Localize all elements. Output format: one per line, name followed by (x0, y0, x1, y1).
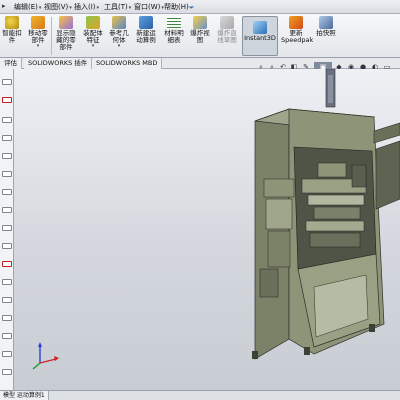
feature-tree-item[interactable] (2, 351, 12, 357)
chevron-down-icon[interactable]: ▾ (26, 44, 50, 49)
move-component-button[interactable]: 移动零 部件 ▾ (26, 16, 50, 56)
bill-of-materials-icon (167, 16, 181, 29)
chevron-down-icon[interactable]: ▾ (107, 44, 131, 49)
chevron-down-icon[interactable]: ▾ (81, 44, 105, 49)
menu-insert[interactable]: 插入(I)▾ (72, 2, 101, 12)
feature-tree-item[interactable] (2, 297, 12, 303)
show-hidden-components-button[interactable]: 显示隐 藏的零 部件 (53, 16, 79, 56)
feature-tree-item[interactable] (2, 315, 12, 321)
tab-solidworks-addins[interactable]: SOLIDWORKS 插件 (24, 58, 93, 69)
feature-tree-item[interactable] (2, 97, 12, 103)
menu-edit[interactable]: 编辑(E)▾ (12, 2, 43, 12)
menu-view[interactable]: 视图(V)▾ (42, 2, 74, 12)
motion-study-icon (139, 16, 153, 29)
feature-tree-item[interactable] (2, 333, 12, 339)
bill-of-materials-button[interactable]: 材料明 细表 (162, 16, 186, 56)
feature-tree-item[interactable] (2, 279, 12, 285)
menu-tools[interactable]: 工具(T)▾ (102, 2, 133, 12)
feature-tree-item[interactable] (2, 369, 12, 375)
assembly-features-button[interactable]: 装配体 特征 ▾ (81, 16, 105, 56)
pin-icon[interactable]: ⊸ (186, 2, 196, 12)
instant3d-button[interactable]: Instant3D (242, 16, 278, 56)
menu-expand-arrow-icon[interactable]: ▸ (2, 2, 6, 10)
coordinate-triad-icon (32, 342, 59, 370)
menu-window[interactable]: 窗口(W)▾ (132, 2, 166, 12)
update-speedpak-button[interactable]: 更新 Speedpak (281, 16, 313, 56)
feature-tree-item[interactable] (2, 79, 12, 85)
feature-tree-item[interactable] (2, 135, 12, 141)
machine-assembly-model[interactable] (14, 69, 400, 390)
feature-tree-item[interactable] (2, 207, 12, 213)
feature-tree-item[interactable] (2, 153, 12, 159)
exploded-view-icon (193, 16, 207, 29)
feature-tree-item[interactable] (2, 117, 12, 123)
ribbon-separator (51, 17, 52, 55)
bottom-tab-bar: 模型 运动算例1 (0, 390, 400, 400)
graphics-area[interactable] (14, 69, 400, 390)
menu-bar: ▸ 编辑(E)▾ 视图(V)▾ 插入(I)▾ 工具(T)▾ 窗口(W)▾ 帮助(… (0, 0, 400, 14)
smart-fastener-icon (5, 16, 19, 29)
new-motion-study-button[interactable]: 新建运 动算例 (133, 16, 159, 56)
reference-geometry-button[interactable]: 参考几 何体 ▾ (107, 16, 131, 56)
smart-fastener-button[interactable]: 智能扣 件 (0, 16, 24, 56)
feature-tree-item[interactable] (2, 189, 12, 195)
reference-geometry-icon (112, 16, 126, 29)
command-manager-ribbon: 智能扣 件 移动零 部件 ▾ 显示隐 藏的零 部件 装配体 特征 ▾ 参考几 何… (0, 14, 400, 58)
explode-line-sketch-button[interactable]: 爆炸直 线草图 (214, 16, 240, 56)
tab-model-motion-study[interactable]: 模型 运动算例1 (0, 391, 49, 400)
feature-tree-item[interactable] (2, 261, 12, 267)
take-snapshot-button[interactable]: 拍快照 (313, 16, 339, 56)
feature-manager-strip (0, 69, 14, 390)
feature-tree-item[interactable] (2, 171, 12, 177)
feature-tree-item[interactable] (2, 243, 12, 249)
camera-icon (319, 16, 333, 29)
tab-solidworks-mbd[interactable]: SOLIDWORKS MBD (92, 58, 163, 69)
feature-tree-item[interactable] (2, 225, 12, 231)
assembly-features-icon (86, 16, 100, 29)
exploded-view-button[interactable]: 爆炸视 图 (188, 16, 212, 56)
tab-evaluate[interactable]: 评估 (0, 58, 22, 69)
move-component-icon (31, 16, 45, 29)
show-hidden-components-icon (59, 16, 73, 29)
speedpak-icon (289, 16, 303, 29)
instant3d-icon (253, 21, 267, 34)
explode-line-sketch-icon (220, 16, 234, 29)
